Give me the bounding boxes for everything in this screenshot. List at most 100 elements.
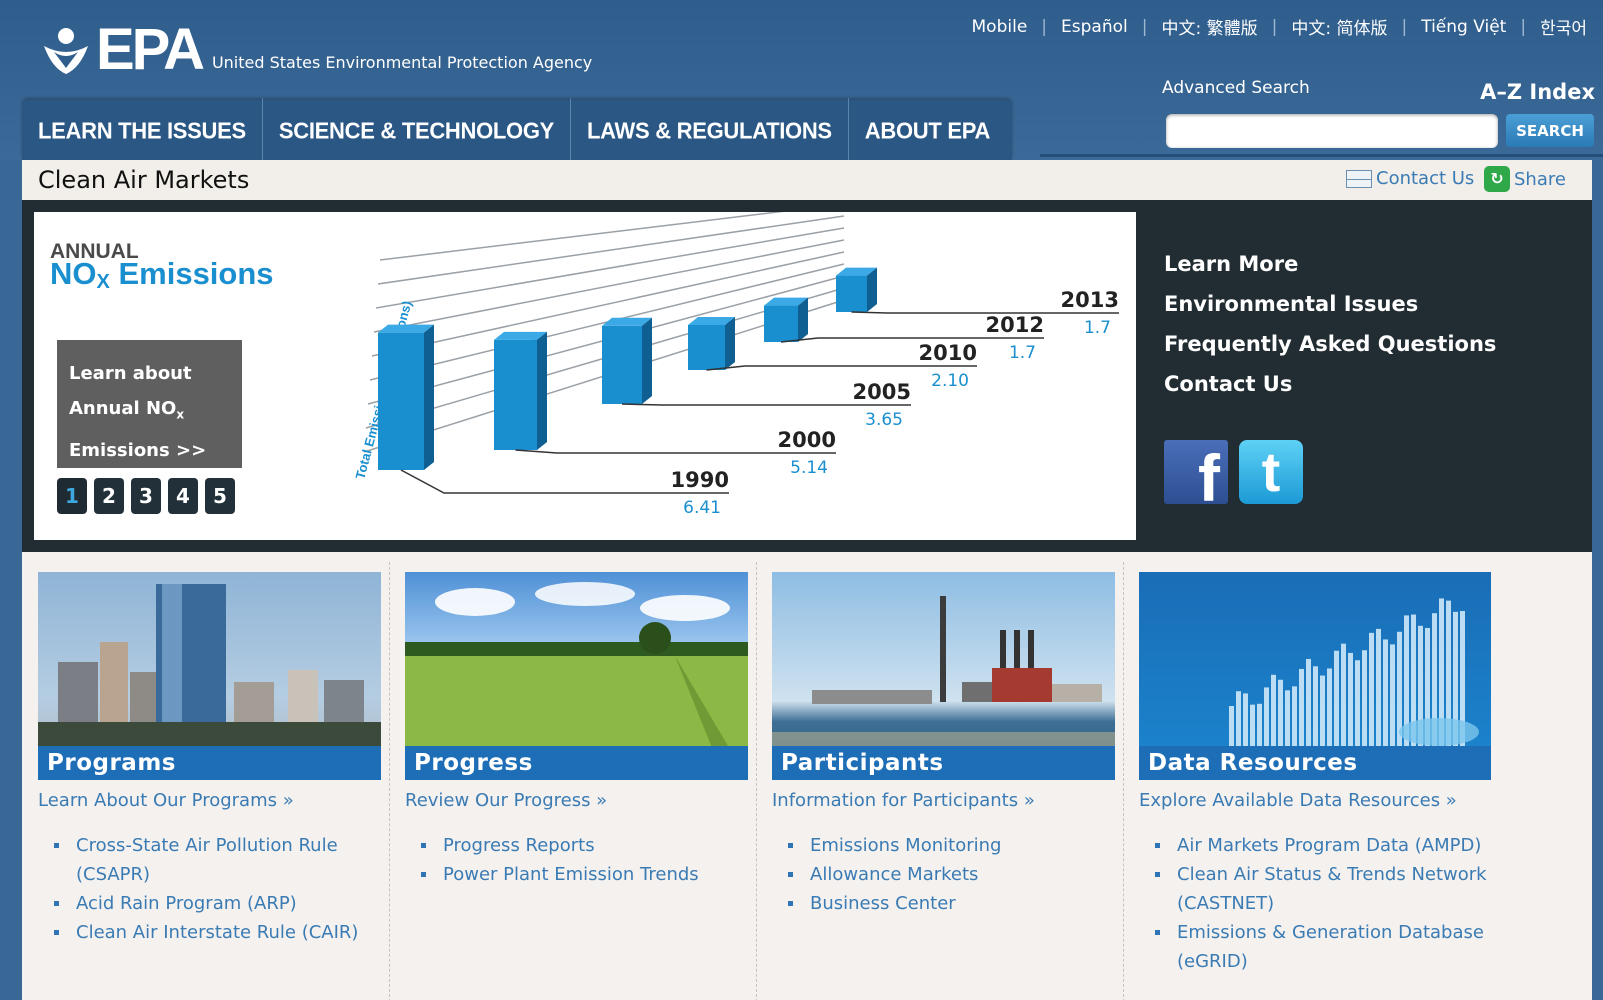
progress-link[interactable]: Review Our Progress » bbox=[405, 790, 748, 811]
slide-emissions: Emissions bbox=[118, 256, 274, 291]
participants-link[interactable]: Information for Participants » bbox=[772, 790, 1115, 811]
list-item[interactable]: Air Markets Program Data (AMPD) bbox=[1139, 831, 1519, 860]
list-item[interactable]: Clean Air Interstate Rule (CAIR) bbox=[38, 918, 381, 947]
progress-thumbnail[interactable]: Progress bbox=[405, 572, 748, 780]
chart-bar bbox=[378, 332, 424, 470]
search-button[interactable]: SEARCH bbox=[1506, 114, 1594, 147]
list-item[interactable]: Progress Reports bbox=[405, 831, 748, 860]
chart-category-label: 2012 bbox=[986, 313, 1044, 337]
az-index-link[interactable]: A–Z Index bbox=[1480, 80, 1595, 104]
slide-page-4[interactable]: 4 bbox=[168, 478, 198, 514]
lang-link-mobile[interactable]: Mobile bbox=[972, 17, 1028, 37]
chart-category-label: 2010 bbox=[919, 341, 977, 365]
lang-link-traditional-chinese[interactable]: 中文: 繁體版 bbox=[1161, 14, 1257, 39]
data-resources-link[interactable]: Explore Available Data Resources » bbox=[1139, 790, 1482, 811]
learn-line-3: Emissions >> bbox=[69, 439, 207, 461]
column-data-resources: Data Resources Explore Available Data Re… bbox=[1139, 572, 1491, 976]
contact-us-link[interactable]: Contact Us bbox=[1346, 168, 1474, 189]
contact-us-label: Contact Us bbox=[1376, 168, 1475, 189]
page-title: Clean Air Markets bbox=[38, 166, 250, 194]
decorative-bar bbox=[1292, 686, 1297, 746]
side-link-faq[interactable]: Frequently Asked Questions bbox=[1164, 324, 1496, 364]
chart-gridline bbox=[379, 212, 784, 261]
decorative-bar bbox=[1306, 658, 1311, 746]
list-item[interactable]: Acid Rain Program (ARP) bbox=[38, 889, 381, 918]
list-item[interactable]: Emissions Monitoring bbox=[772, 831, 1115, 860]
decorative-bar bbox=[1313, 666, 1318, 746]
data-resources-list: Air Markets Program Data (AMPD) Clean Ai… bbox=[1139, 831, 1519, 976]
lang-link-vietnamese[interactable]: Tiếng Việt bbox=[1421, 17, 1506, 37]
content-columns: Programs Learn About Our Programs » Cros… bbox=[22, 552, 1592, 1000]
list-item[interactable]: Power Plant Emission Trends bbox=[405, 860, 748, 889]
list-item[interactable]: Allowance Markets bbox=[772, 860, 1115, 889]
search-input[interactable] bbox=[1166, 114, 1498, 148]
side-link-environmental-issues[interactable]: Environmental Issues bbox=[1164, 284, 1496, 324]
nav-about-epa[interactable]: ABOUT EPA bbox=[849, 98, 1012, 162]
advanced-search-link[interactable]: Advanced Search bbox=[1162, 78, 1310, 98]
list-item[interactable]: Emissions & Generation Database (eGRID) bbox=[1139, 918, 1519, 976]
lang-link-simplified-chinese[interactable]: 中文: 简体版 bbox=[1291, 14, 1387, 39]
chart-leader-line bbox=[621, 403, 911, 406]
nav-learn-the-issues[interactable]: LEARN THE ISSUES bbox=[22, 98, 263, 162]
decorative-bar bbox=[1369, 632, 1374, 746]
nav-science-technology[interactable]: SCIENCE & TECHNOLOGY bbox=[263, 98, 572, 162]
slide-page-1[interactable]: 1 bbox=[57, 478, 87, 514]
chart-leader-line bbox=[780, 337, 1044, 343]
column-progress: Progress Review Our Progress » Progress … bbox=[405, 572, 748, 889]
column-programs: Programs Learn About Our Programs » Cros… bbox=[38, 572, 381, 947]
slide-page-5[interactable]: 5 bbox=[205, 478, 235, 514]
lang-link-espanol[interactable]: Español bbox=[1061, 17, 1128, 37]
slide-page-2[interactable]: 2 bbox=[94, 478, 124, 514]
twitter-icon[interactable]: t bbox=[1239, 440, 1303, 504]
chart-bar bbox=[688, 325, 725, 370]
chart-bar bbox=[494, 339, 537, 450]
chart-bar-side bbox=[642, 317, 652, 404]
programs-link[interactable]: Learn About Our Programs » bbox=[38, 790, 381, 811]
slide-nox: NO bbox=[50, 256, 97, 291]
epa-logo[interactable]: EPA United States Environmental Protecti… bbox=[40, 16, 593, 79]
lang-separator: | bbox=[1401, 16, 1408, 37]
lang-separator: | bbox=[1271, 16, 1278, 37]
epa-flower-icon bbox=[40, 24, 92, 76]
agency-name: United States Environmental Protection A… bbox=[211, 53, 593, 72]
nav-laws-regulations[interactable]: LAWS & REGULATIONS bbox=[571, 98, 849, 162]
side-link-contact-us[interactable]: Contact Us bbox=[1164, 364, 1496, 404]
chart-leader-line bbox=[706, 365, 977, 371]
side-link-learn-more[interactable]: Learn More bbox=[1164, 244, 1496, 284]
lang-separator: | bbox=[1041, 16, 1048, 37]
decorative-bar bbox=[1327, 668, 1332, 746]
participants-thumbnail[interactable]: Participants bbox=[772, 572, 1115, 780]
site-header: EPA United States Environmental Protecti… bbox=[0, 0, 1603, 162]
list-item[interactable]: Cross-State Air Pollution Rule (CSAPR) bbox=[38, 831, 381, 889]
learn-line-1: Learn about bbox=[69, 363, 192, 384]
participants-label: Participants bbox=[772, 746, 1115, 780]
decorative-bar bbox=[1236, 691, 1241, 746]
lang-link-korean[interactable]: 한국어 bbox=[1540, 14, 1587, 39]
facebook-icon[interactable]: f bbox=[1164, 440, 1228, 504]
list-item[interactable]: Business Center bbox=[772, 889, 1115, 918]
chart-value-label: 2.10 bbox=[931, 371, 969, 391]
chart-value-label: 1.7 bbox=[1084, 318, 1111, 338]
progress-list: Progress Reports Power Plant Emission Tr… bbox=[405, 831, 748, 889]
decorative-bar bbox=[1278, 679, 1283, 746]
share-link[interactable]: ↻ Share bbox=[1484, 166, 1566, 192]
decorative-bar bbox=[1383, 639, 1388, 746]
data-resources-thumbnail[interactable]: Data Resources bbox=[1139, 572, 1491, 780]
language-bar: Mobile | Español | 中文: 繁體版 | 中文: 简体版 | T… bbox=[972, 14, 1587, 40]
learn-line-2: Annual NOx bbox=[69, 391, 230, 433]
slide-pager: 1 2 3 4 5 bbox=[57, 478, 242, 514]
chart-value-label: 5.14 bbox=[790, 458, 828, 478]
slide-page-3[interactable]: 3 bbox=[131, 478, 161, 514]
chart-value-label: 1.7 bbox=[1009, 343, 1036, 363]
chart-bar bbox=[836, 275, 867, 312]
side-links: Learn More Environmental Issues Frequent… bbox=[1164, 244, 1496, 404]
decorative-bar bbox=[1376, 628, 1381, 746]
feature-slide[interactable]: ANNUAL NOX Emissions Learn about Annual … bbox=[34, 212, 1136, 540]
list-item[interactable]: Clean Air Status & Trends Network (CASTN… bbox=[1139, 860, 1519, 918]
column-divider bbox=[389, 562, 390, 1000]
decorative-bar bbox=[1264, 687, 1269, 746]
programs-thumbnail[interactable]: Programs bbox=[38, 572, 381, 780]
participants-list: Emissions Monitoring Allowance Markets B… bbox=[772, 831, 1115, 918]
learn-about-nox-button[interactable]: Learn about Annual NOx Emissions >> bbox=[57, 340, 242, 468]
slide-title: NOX Emissions bbox=[50, 256, 274, 294]
